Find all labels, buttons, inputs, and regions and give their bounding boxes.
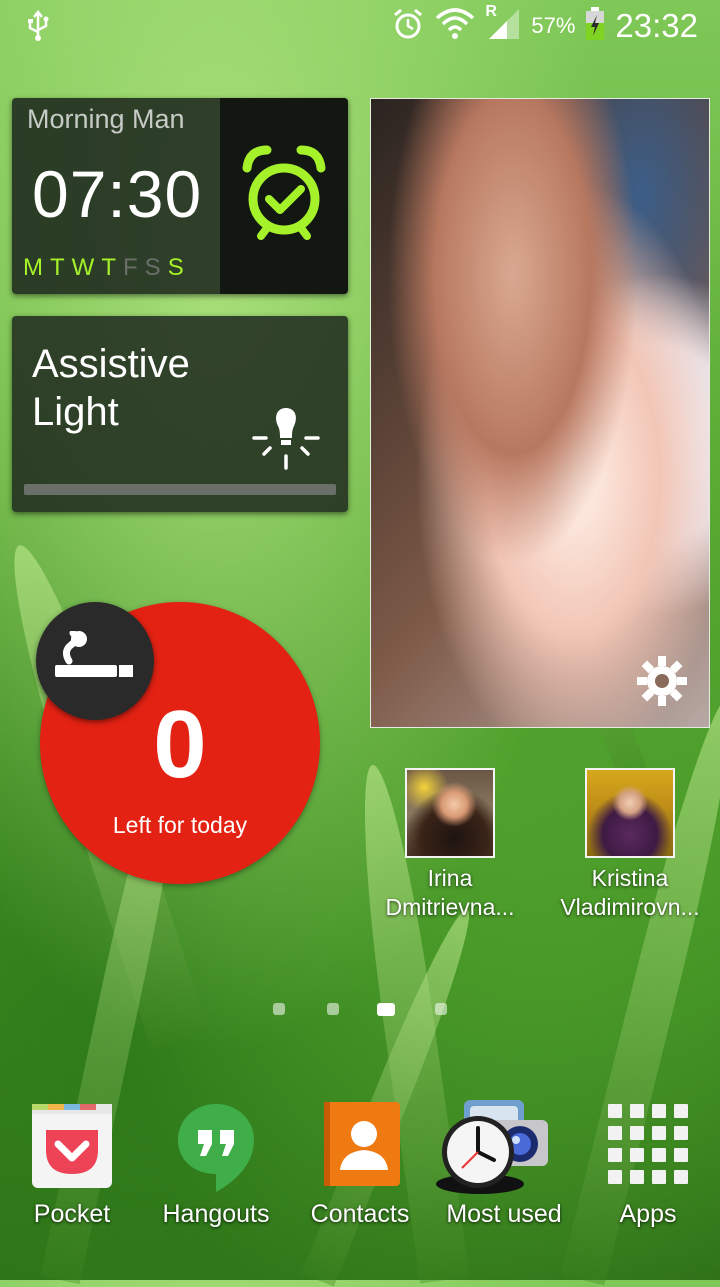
page-indicator xyxy=(270,1002,450,1018)
most-used-icon xyxy=(432,1098,552,1194)
alarm-day-sat: S xyxy=(144,254,161,281)
status-time: 23:32 xyxy=(615,7,698,44)
alarm-name: Morning Man xyxy=(27,104,185,134)
dock-item-most-used[interactable]: Most used xyxy=(434,1098,574,1229)
contact-name: Kristina Vladimirovn... xyxy=(560,865,700,920)
alarm-day-thu: T xyxy=(101,254,116,281)
usb-icon xyxy=(26,9,50,46)
alarm-days: M T W T F S S xyxy=(23,254,184,282)
page-dot-2[interactable] xyxy=(327,1003,339,1015)
alarm-day-wed: W xyxy=(71,254,95,281)
wifi-icon xyxy=(435,6,475,47)
dock-label: Most used xyxy=(446,1200,562,1228)
smoking-count: 0 xyxy=(153,691,207,798)
dock-label: Pocket xyxy=(33,1200,111,1228)
hangouts-icon xyxy=(168,1098,264,1194)
dock-label: Apps xyxy=(619,1200,677,1228)
dock-item-contacts[interactable]: Contacts xyxy=(290,1098,430,1229)
dock: Pocket Hangouts Contacts Most used Apps xyxy=(0,1090,720,1250)
roaming-indicator: R xyxy=(485,2,497,20)
photo-frame-widget[interactable] xyxy=(370,98,710,728)
dock-item-pocket[interactable]: Pocket xyxy=(2,1098,142,1229)
assistive-light-title: Assistive Light xyxy=(32,342,190,434)
avatar xyxy=(405,768,495,858)
apps-grid-icon xyxy=(600,1098,696,1194)
alarm-clock-icon xyxy=(239,144,329,249)
alarm-info[interactable]: Morning Man 07:30 M T W T F S S xyxy=(12,98,220,294)
signal-icon: R xyxy=(485,3,521,46)
smoking-label: Left for today xyxy=(112,812,248,838)
alarm-toggle-button[interactable] xyxy=(220,98,348,294)
page-dot-4[interactable] xyxy=(435,1003,447,1015)
pocket-icon xyxy=(24,1098,120,1194)
alarm-day-mon: M xyxy=(23,254,43,281)
contact-shortcut-kristina[interactable]: Kristina Vladimirovn... xyxy=(550,768,710,922)
alarm-day-fri: F xyxy=(123,254,138,281)
avatar xyxy=(585,768,675,858)
page-dot-3[interactable] xyxy=(377,1003,395,1016)
contacts-icon xyxy=(312,1098,408,1194)
dock-item-apps[interactable]: Apps xyxy=(578,1098,718,1229)
alarm-day-sun: S xyxy=(167,254,184,281)
alarm-icon xyxy=(391,7,425,46)
alarm-widget[interactable]: Morning Man 07:30 M T W T F S S xyxy=(12,98,348,294)
alarm-time: 07:30 xyxy=(32,157,203,231)
dock-item-hangouts[interactable]: Hangouts xyxy=(146,1098,286,1229)
dock-label: Contacts xyxy=(310,1200,410,1228)
light-bulb-icon xyxy=(250,400,322,477)
status-bar: R 57% 23:32 xyxy=(0,0,720,52)
battery-percent: 57% xyxy=(531,13,576,38)
assistive-light-widget[interactable]: Assistive Light xyxy=(12,316,348,512)
battery-charging-icon xyxy=(585,6,605,46)
contact-name: Irina Dmitrievna... xyxy=(385,865,515,920)
assistive-light-bar xyxy=(24,484,336,495)
gear-icon[interactable] xyxy=(635,654,689,713)
dock-label: Hangouts xyxy=(162,1200,270,1228)
alarm-day-tue: T xyxy=(50,254,65,281)
contact-shortcut-irina[interactable]: Irina Dmitrievna... xyxy=(370,768,530,922)
page-dot-1[interactable] xyxy=(273,1003,285,1015)
